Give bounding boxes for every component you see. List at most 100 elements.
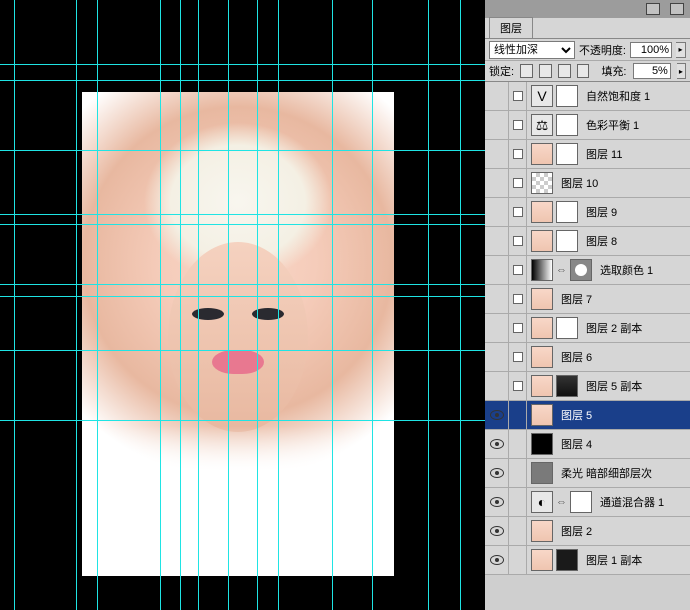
layer-check-col[interactable] [509,546,527,574]
blend-mode-select[interactable]: 线性加深 [489,41,575,59]
tab-layers[interactable]: 图层 [489,17,533,38]
layer-visibility-toggle[interactable] [485,459,509,487]
layer-thumb[interactable] [531,433,553,455]
layer-name[interactable]: 选取颜色 1 [596,262,690,278]
opacity-arrow-icon[interactable]: ▸ [676,42,686,58]
guide-horizontal[interactable] [0,224,485,225]
layer-name[interactable]: 图层 1 副本 [582,552,690,568]
layer-row[interactable]: 图层 5 [485,401,690,430]
layer-name[interactable]: 图层 5 副本 [582,378,690,394]
layer-thumb[interactable] [531,375,553,397]
layer-row[interactable]: 图层 10 [485,169,690,198]
lock-transparent-icon[interactable] [520,64,533,78]
layer-name[interactable]: 通道混合器 1 [596,494,690,510]
layer-thumb[interactable] [556,230,578,252]
guide-vertical[interactable] [228,0,229,610]
layer-thumb[interactable] [531,172,553,194]
layer-visibility-toggle[interactable] [485,169,509,197]
layer-thumb[interactable] [531,230,553,252]
layer-name[interactable]: 图层 4 [557,436,690,452]
layer-visibility-toggle[interactable] [485,285,509,313]
layer-row[interactable]: 图层 1 副本 [485,546,690,575]
layer-thumb[interactable] [556,85,578,107]
layer-thumb[interactable] [531,549,553,571]
guide-horizontal[interactable] [0,150,485,151]
layer-thumb[interactable] [531,346,553,368]
layer-row[interactable]: 图层 9 [485,198,690,227]
guide-vertical[interactable] [97,0,98,610]
layer-thumb[interactable] [556,375,578,397]
layer-visibility-toggle[interactable] [485,430,509,458]
layer-visibility-toggle[interactable] [485,227,509,255]
layer-visibility-toggle[interactable] [485,256,509,284]
layer-thumb[interactable] [556,317,578,339]
opacity-value[interactable]: 100% [630,42,672,58]
layer-visibility-toggle[interactable] [485,314,509,342]
layer-thumb[interactable] [570,259,592,281]
panel-menu-icon[interactable] [646,3,660,15]
layer-check-col[interactable] [509,517,527,545]
layer-check-col[interactable] [509,314,527,342]
guide-vertical[interactable] [372,0,373,610]
layer-check-col[interactable] [509,430,527,458]
fill-arrow-icon[interactable]: ▸ [677,63,686,79]
layer-thumb[interactable]: ◐ [531,491,553,513]
layer-check-col[interactable] [509,459,527,487]
layer-check-col[interactable] [509,488,527,516]
layer-row[interactable]: ◐⇔通道混合器 1 [485,488,690,517]
guide-vertical[interactable] [180,0,181,610]
layer-row[interactable]: 图层 2 副本 [485,314,690,343]
guide-vertical[interactable] [278,0,279,610]
layer-name[interactable]: 图层 2 [557,523,690,539]
layer-thumb[interactable] [531,201,553,223]
layer-row[interactable]: 柔光 暗部细部层次 [485,459,690,488]
layer-check-col[interactable] [509,169,527,197]
layer-check-col[interactable] [509,343,527,371]
fill-value[interactable]: 5% [633,63,671,79]
layer-visibility-toggle[interactable] [485,546,509,574]
layer-thumb[interactable] [531,317,553,339]
guide-horizontal[interactable] [0,214,485,215]
lock-pixels-icon[interactable] [539,64,552,78]
guide-vertical[interactable] [428,0,429,610]
layer-check-col[interactable] [509,401,527,429]
layer-check-col[interactable] [509,285,527,313]
layer-name[interactable]: 色彩平衡 1 [582,117,690,133]
layer-row[interactable]: 图层 7 [485,285,690,314]
layer-check-col[interactable] [509,140,527,168]
layer-row[interactable]: 图层 4 [485,430,690,459]
layer-row[interactable]: 图层 2 [485,517,690,546]
canvas-area[interactable] [0,0,485,610]
layer-thumb[interactable] [531,259,553,281]
guide-vertical[interactable] [257,0,258,610]
layer-name[interactable]: 图层 6 [557,349,690,365]
layer-thumb[interactable] [556,114,578,136]
layer-visibility-toggle[interactable] [485,343,509,371]
guide-horizontal[interactable] [0,420,485,421]
guide-vertical[interactable] [198,0,199,610]
layer-visibility-toggle[interactable] [485,198,509,226]
layer-thumb[interactable] [556,201,578,223]
guide-horizontal[interactable] [0,80,485,81]
layer-thumb[interactable] [531,520,553,542]
lock-all-icon[interactable] [577,64,590,78]
guide-vertical[interactable] [460,0,461,610]
layer-name[interactable]: 图层 11 [582,146,690,162]
layer-row[interactable]: 图层 11 [485,140,690,169]
layer-visibility-toggle[interactable] [485,372,509,400]
layer-name[interactable]: 图层 8 [582,233,690,249]
layer-thumb[interactable] [570,491,592,513]
layer-name[interactable]: 柔光 暗部细部层次 [557,465,690,481]
layer-row[interactable]: ⇔选取颜色 1 [485,256,690,285]
guide-horizontal[interactable] [0,350,485,351]
guide-vertical[interactable] [160,0,161,610]
layer-visibility-toggle[interactable] [485,488,509,516]
guide-horizontal[interactable] [0,284,485,285]
layer-check-col[interactable] [509,256,527,284]
layer-thumb[interactable] [531,288,553,310]
layer-visibility-toggle[interactable] [485,517,509,545]
layer-check-col[interactable] [509,82,527,110]
layer-thumb[interactable] [556,143,578,165]
layer-thumb[interactable] [531,143,553,165]
layer-row[interactable]: ⚖色彩平衡 1 [485,111,690,140]
